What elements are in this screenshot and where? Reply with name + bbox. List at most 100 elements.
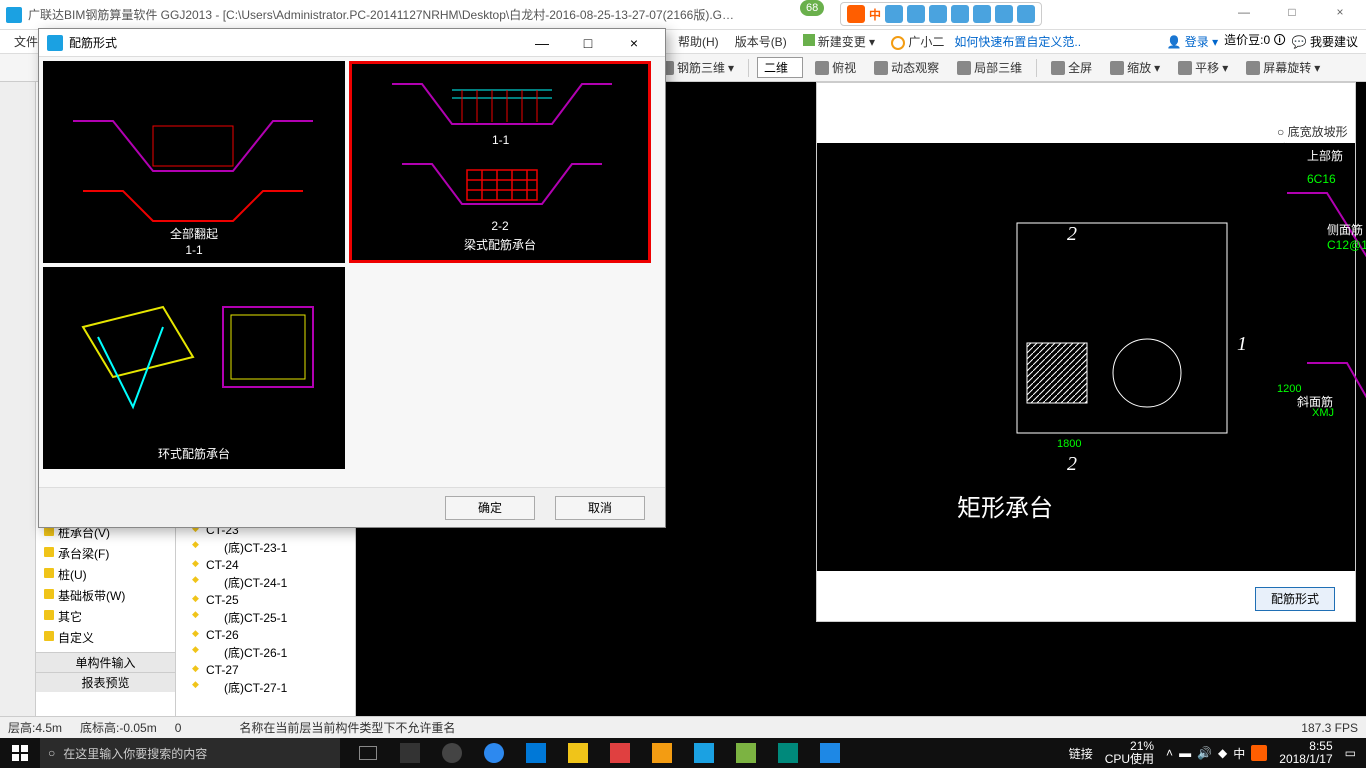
menu-help[interactable]: 帮助(H)	[672, 31, 725, 52]
top-view-button[interactable]: 俯视	[809, 57, 862, 78]
local-3d-button[interactable]: 局部三维	[951, 57, 1028, 78]
label-dim-1800: 1800	[1057, 438, 1081, 450]
taskbar-ie-icon[interactable]	[474, 738, 514, 768]
list-item[interactable]: CT-27	[180, 662, 351, 678]
price-beans: 造价豆:0 🛈	[1224, 31, 1286, 52]
pan-button[interactable]: 平移 ▾	[1172, 57, 1234, 78]
ime-voice-icon[interactable]	[929, 5, 947, 23]
ime-emoji-icon[interactable]	[907, 5, 925, 23]
tree-item-base-strip[interactable]: 基础板带(W)	[44, 585, 171, 606]
status-fps: 187.3 FPS	[1301, 721, 1358, 735]
dialog-footer: 确定 取消	[39, 487, 665, 527]
tray-notifications-icon[interactable]: ▭	[1345, 746, 1356, 760]
left-sidebar-strip	[0, 82, 36, 722]
ime-skin-icon[interactable]	[973, 5, 991, 23]
tree-item-pile[interactable]: 桩(U)	[44, 564, 171, 585]
thumb-ring-cap[interactable]: 环式配筋承台	[43, 267, 345, 469]
taskbar-search[interactable]: ○ 在这里输入你要搜索的内容	[40, 738, 340, 768]
thumb-beam-cap[interactable]: 1-1 2-2 梁式配筋承台	[349, 61, 651, 263]
status-floor-height: 层高:4.5m	[8, 719, 62, 736]
tree-item-custom[interactable]: 自定义	[44, 627, 171, 648]
window-close-button[interactable]: ×	[1320, 5, 1360, 25]
task-view-icon[interactable]	[348, 738, 388, 768]
dialog-thumbnails-grid: 全部翻起1-1 1-1 2-2 梁式配筋承台	[39, 57, 665, 487]
tray-network-icon[interactable]: ▬	[1179, 746, 1191, 760]
taskbar-app-icon[interactable]	[642, 738, 682, 768]
taskbar-app-icon[interactable]	[432, 738, 472, 768]
taskbar-app-icon[interactable]	[768, 738, 808, 768]
feedback-button[interactable]: 💬 我要建议	[1292, 33, 1358, 50]
start-button[interactable]	[0, 738, 40, 768]
taskbar-explorer-icon[interactable]	[558, 738, 598, 768]
ime-tool-icon[interactable]	[995, 5, 1013, 23]
ok-button[interactable]: 确定	[445, 496, 535, 520]
status-zero: 0	[175, 721, 182, 735]
list-item[interactable]: (底)CT-25-1	[180, 608, 351, 627]
fullscreen-button[interactable]: 全屏	[1045, 57, 1098, 78]
label-dim-1200: 1200	[1277, 383, 1301, 395]
thumb-all-flip[interactable]: 全部翻起1-1	[43, 61, 345, 263]
ime-keyboard-icon[interactable]	[951, 5, 969, 23]
dialog-icon	[47, 35, 63, 51]
help-tip-link[interactable]: 如何快速布置自定义范..	[954, 33, 1081, 50]
list-item[interactable]: CT-24	[180, 557, 351, 573]
window-titlebar: 广联达BIM钢筋算量软件 GGJ2013 - [C:\Users\Adminis…	[0, 0, 1366, 30]
taskbar-edge-icon[interactable]	[516, 738, 556, 768]
zoom-button[interactable]: 缩放 ▾	[1104, 57, 1166, 78]
taskbar-app-icon[interactable]	[600, 738, 640, 768]
list-item[interactable]: CT-25	[180, 592, 351, 608]
window-maximize-button[interactable]: □	[1272, 5, 1312, 25]
tray-app-icon[interactable]: ◆	[1218, 746, 1227, 760]
tray-clock[interactable]: 8:552018/1/17	[1273, 738, 1338, 768]
list-item[interactable]: (底)CT-24-1	[180, 573, 351, 592]
gxd-button[interactable]: 广小二	[885, 31, 950, 52]
windows-taskbar: ○ 在这里输入你要搜索的内容 链接 21%CPU使用 ˄ ▬ 🔊 ◆ 中 8:5…	[0, 738, 1366, 768]
dialog-maximize-button[interactable]: □	[565, 31, 611, 55]
dynamic-observe-button[interactable]: 动态观察	[868, 57, 945, 78]
report-preview-tab[interactable]: 报表预览	[36, 672, 175, 692]
taskbar-app-icon[interactable]	[684, 738, 724, 768]
window-minimize-button[interactable]: —	[1224, 5, 1264, 25]
tree-item-cap-beam[interactable]: 承台梁(F)	[44, 543, 171, 564]
tray-cpu[interactable]: 21%CPU使用	[1099, 738, 1160, 768]
status-bottom-height: 底标高:-0.05m	[80, 719, 157, 736]
dialog-minimize-button[interactable]: —	[519, 31, 565, 55]
ime-punct-icon[interactable]	[885, 5, 903, 23]
view-mode-combo[interactable]: 二维	[757, 57, 803, 78]
reinforcement-form-button[interactable]: 配筋形式	[1255, 587, 1335, 611]
cancel-button[interactable]: 取消	[555, 496, 645, 520]
plan-shapes-svg	[997, 203, 1257, 463]
taskbar-app-icon[interactable]	[810, 738, 850, 768]
single-input-tab[interactable]: 单构件输入	[36, 652, 175, 672]
tree-item-other[interactable]: 其它	[44, 606, 171, 627]
sogou-icon[interactable]	[847, 5, 865, 23]
taskbar-app-icon[interactable]	[726, 738, 766, 768]
list-item[interactable]: (底)CT-26-1	[180, 643, 351, 662]
menu-version[interactable]: 版本号(B)	[729, 31, 793, 52]
tray-chevron-icon[interactable]: ˄	[1166, 746, 1173, 760]
ime-settings-icon[interactable]	[1017, 5, 1035, 23]
tray-sogou-icon[interactable]	[1251, 745, 1267, 761]
label-rect-cap: 矩形承台	[957, 488, 1053, 523]
label-dim-2: 2	[1067, 223, 1077, 246]
dialog-close-button[interactable]: ×	[611, 31, 657, 55]
list-item[interactable]: CT-26	[180, 627, 351, 643]
ime-toolbar[interactable]: 中	[840, 2, 1042, 26]
window-title: 广联达BIM钢筋算量软件 GGJ2013 - [C:\Users\Adminis…	[28, 6, 1224, 23]
ime-badge: 68	[800, 0, 824, 16]
svg-text:1-1: 1-1	[492, 133, 510, 147]
reinforcement-diagram-canvas: 上部筋 6C16 侧面筋 C12@150 箍筋 C12@150(6) 90 下部…	[817, 143, 1355, 571]
ime-lang[interactable]: 中	[869, 6, 881, 23]
tray-lang[interactable]: 中	[1233, 745, 1245, 762]
tray-volume-icon[interactable]: 🔊	[1197, 746, 1212, 760]
label-dim-1: 1	[1237, 333, 1247, 356]
new-change-button[interactable]: 新建变更 ▾	[797, 31, 881, 52]
login-button[interactable]: 👤 登录 ▾	[1166, 33, 1218, 50]
list-item[interactable]: (底)CT-27-1	[180, 678, 351, 697]
taskbar-app-icon[interactable]	[390, 738, 430, 768]
tray-link[interactable]: 链接	[1069, 745, 1093, 762]
steel-3d-button[interactable]: 钢筋三维 ▾	[654, 57, 740, 78]
label-side-rebar: 侧面筋 C12@150	[1327, 221, 1366, 252]
list-item[interactable]: (底)CT-23-1	[180, 538, 351, 557]
screen-rotate-button[interactable]: 屏幕旋转 ▾	[1240, 57, 1326, 78]
